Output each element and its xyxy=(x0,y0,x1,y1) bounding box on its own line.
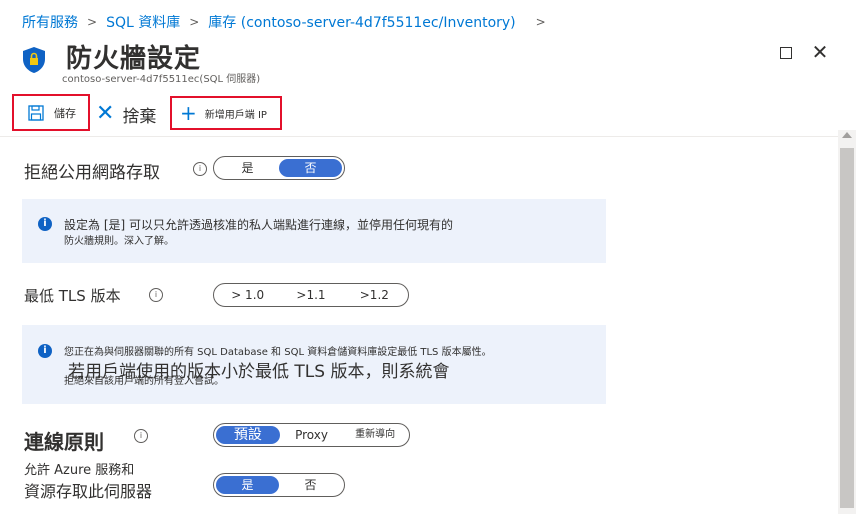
deny-public-no-option[interactable]: 否 xyxy=(279,159,342,177)
shield-lock-icon xyxy=(23,47,45,73)
info-icon: i xyxy=(38,344,52,358)
toolbar-divider xyxy=(0,136,838,137)
breadcrumb-chevron-icon: > xyxy=(535,15,546,29)
policy-redirect-option[interactable]: 重新導向 xyxy=(343,426,407,444)
allow-azure-label-line2: 資源存取此伺服器 xyxy=(24,482,153,501)
add-client-ip-label: 新增用戶端 IP xyxy=(204,109,267,121)
tls-1-2-option[interactable]: >1.2 xyxy=(343,286,406,304)
discard-button[interactable]: ✕ 捨棄 xyxy=(96,100,156,128)
save-icon xyxy=(28,104,44,121)
min-tls-label: 最低 TLS 版本 xyxy=(24,287,121,305)
policy-proxy-option[interactable]: Proxy xyxy=(280,426,344,444)
allow-azure-label-line1: 允許 Azure 服務和 xyxy=(24,463,135,478)
close-icon[interactable]: ✕ xyxy=(810,42,830,62)
deny-public-access-toggle: 是 否 xyxy=(213,156,345,180)
breadcrumb: 所有服務 > SQL 資料庫 > 庫存 (contoso-server-4d7f… xyxy=(22,12,546,32)
connection-policy-toggle: 預設 Proxy 重新導向 xyxy=(213,423,410,447)
allow-azure-yes-option[interactable]: 是 xyxy=(216,476,279,494)
maximize-icon[interactable] xyxy=(780,47,792,59)
info-icon[interactable]: i xyxy=(193,162,207,176)
tls-1-1-option[interactable]: >1.1 xyxy=(279,286,342,304)
discard-label: 捨棄 xyxy=(122,106,157,127)
discard-icon: ✕ xyxy=(96,101,115,126)
scrollbar-thumb[interactable] xyxy=(840,148,854,508)
info-text-line: 設定為 [是] 可以只允許透過核准的私人端點進行連線，並停用任何現有的 xyxy=(64,218,453,232)
breadcrumb-separator: > xyxy=(189,15,200,29)
breadcrumb-all-services[interactable]: 所有服務 xyxy=(22,12,78,32)
info-icon: i xyxy=(38,217,52,231)
breadcrumb-separator: > xyxy=(87,15,98,29)
info-text-line: 若用戶端使用的版本小於最低 TLS 版本，則系統會 xyxy=(68,362,450,382)
policy-default-option[interactable]: 預設 xyxy=(216,426,280,444)
info-icon[interactable]: i xyxy=(134,429,148,443)
page-subtitle: contoso-server-4d7f5511ec(SQL 伺服器) xyxy=(62,74,261,85)
add-client-ip-button[interactable]: + 新增用戶端 IP xyxy=(170,96,282,130)
save-label: 儲存 xyxy=(54,106,76,120)
deny-public-access-label: 拒絕公用網路存取 xyxy=(24,163,160,183)
info-icon[interactable]: i xyxy=(149,288,163,302)
tls-1-0-option[interactable]: > 1.0 xyxy=(216,286,279,304)
scroll-up-icon[interactable] xyxy=(842,132,852,138)
info-learn-more-text[interactable]: 防火牆規則。深入了解。 xyxy=(64,232,174,247)
allow-azure-no-option[interactable]: 否 xyxy=(279,476,342,494)
info-text-line: 您正在為與伺服器關聯的所有 SQL Database 和 SQL 資料倉儲資料庫… xyxy=(64,347,492,358)
min-tls-toggle: > 1.0 >1.1 >1.2 xyxy=(213,283,409,307)
breadcrumb-inventory[interactable]: 庫存 (contoso-server-4d7f5511ec/Inventory) xyxy=(208,12,515,32)
connection-policy-label: 連線原則 xyxy=(24,430,104,454)
plus-icon: + xyxy=(180,101,197,125)
breadcrumb-sql-databases[interactable]: SQL 資料庫 xyxy=(106,12,180,32)
save-button[interactable]: 儲存 xyxy=(12,94,90,131)
deny-public-yes-option[interactable]: 是 xyxy=(216,159,279,177)
allow-azure-toggle: 是 否 xyxy=(213,473,345,497)
